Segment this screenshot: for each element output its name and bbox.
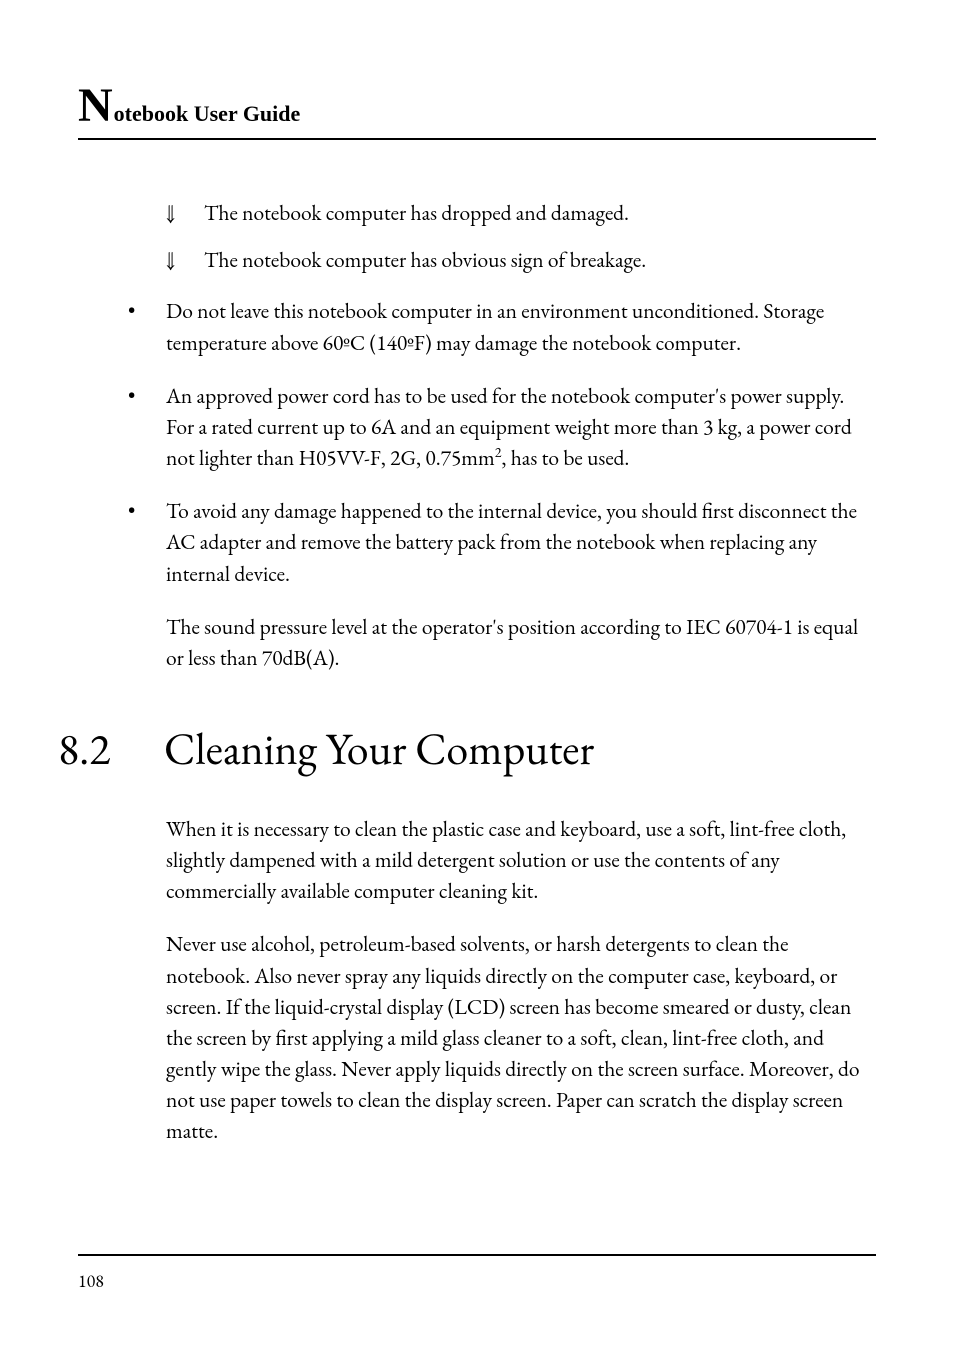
bullet-list: • Do not leave this notebook computer in… xyxy=(166,296,874,589)
page-content: ⇓ The notebook computer has dropped and … xyxy=(78,198,876,1148)
list-item: ⇓ The notebook computer has obvious sign… xyxy=(166,245,874,276)
body-paragraph: When it is necessary to clean the plasti… xyxy=(166,814,874,908)
running-header-text: otebook User Guide xyxy=(114,101,301,127)
sub-list-block: ⇓ The notebook computer has dropped and … xyxy=(166,198,874,276)
bullet-icon: • xyxy=(128,297,166,359)
list-item-text: The notebook computer has dropped and da… xyxy=(204,198,629,229)
list-item-text: To avoid any damage happened to the inte… xyxy=(166,496,874,590)
section-number: 8.2 xyxy=(58,718,164,782)
list-item: • Do not leave this notebook computer in… xyxy=(128,296,874,358)
page-number: 108 xyxy=(78,1270,876,1293)
list-item: • To avoid any damage happened to the in… xyxy=(128,496,874,590)
text-fragment: , has to be used. xyxy=(501,444,629,472)
bullet-icon: • xyxy=(128,382,166,476)
running-header-initial: N xyxy=(78,82,113,130)
list-item: • An approved power cord has to be used … xyxy=(128,381,874,475)
section-title: Cleaning Your Computer xyxy=(164,718,594,782)
list-item: ⇓ The notebook computer has dropped and … xyxy=(166,198,874,229)
body-paragraph: The sound pressure level at the operator… xyxy=(166,612,874,674)
double-down-arrow-icon: ⇓ xyxy=(166,245,204,276)
list-item-text: An approved power cord has to be used fo… xyxy=(166,381,874,475)
section-heading: 8.2 Cleaning Your Computer xyxy=(58,718,876,782)
footer-rule xyxy=(78,1254,876,1256)
double-down-arrow-icon: ⇓ xyxy=(166,198,204,229)
page-footer: 108 xyxy=(78,1254,876,1293)
list-item-text: Do not leave this notebook computer in a… xyxy=(166,296,874,358)
bullet-icon: • xyxy=(128,497,166,591)
list-item-text: The notebook computer has obvious sign o… xyxy=(204,245,646,276)
body-paragraph: Never use alcohol, petroleum-based solve… xyxy=(166,929,874,1147)
running-header: N otebook User Guide xyxy=(78,82,876,140)
double-arrow-list: ⇓ The notebook computer has dropped and … xyxy=(166,198,874,276)
